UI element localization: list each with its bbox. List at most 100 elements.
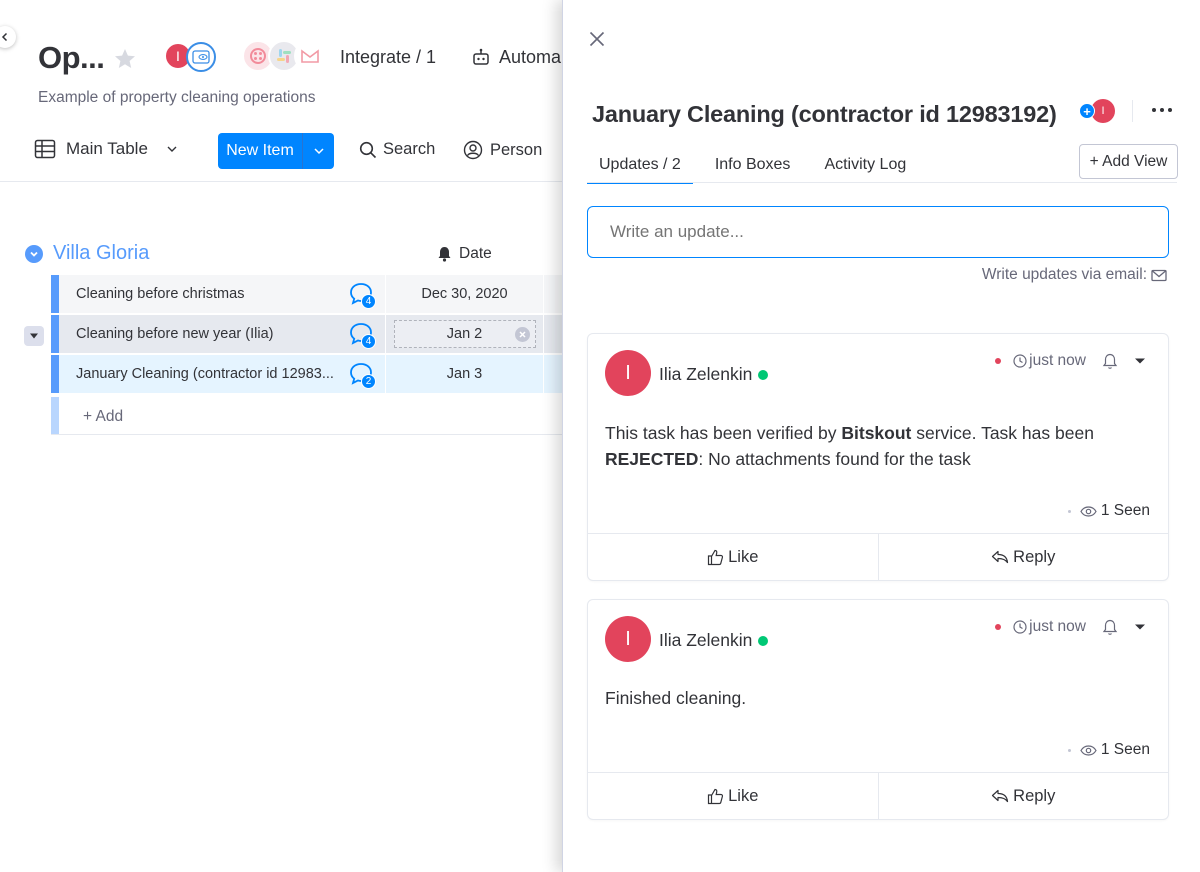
item-name-cell[interactable]: Cleaning before new year (Ilia) 4 <box>59 315 385 353</box>
tab-activity-log[interactable]: Activity Log <box>812 148 918 182</box>
unread-indicator <box>995 358 1002 364</box>
item-title[interactable]: January Cleaning (contractor id 12983192… <box>592 101 1057 128</box>
eye-board-icon <box>192 50 210 64</box>
author-avatar[interactable]: I <box>605 616 651 662</box>
toolbar-divider <box>0 181 562 182</box>
updates-button[interactable]: 2 <box>348 361 376 389</box>
author-name[interactable]: Ilia Zelenkin <box>659 364 769 385</box>
table-row[interactable]: Cleaning before christmas 4 Dec 30, 2020 <box>51 275 562 314</box>
online-status-dot <box>758 369 769 380</box>
person-icon <box>463 140 483 160</box>
reply-label: Reply <box>1013 786 1056 805</box>
like-button[interactable]: Like <box>588 773 878 819</box>
updates-button[interactable]: 4 <box>348 281 376 309</box>
group-header: Villa Gloria <box>25 242 149 265</box>
panel-tabs: Updates / 2 Info Boxes Activity Log <box>587 148 918 184</box>
author-avatar[interactable]: I <box>605 350 651 396</box>
date-cell[interactable]: Jan 2 <box>385 315 543 353</box>
table-icon <box>34 139 56 159</box>
bell-icon <box>438 247 451 262</box>
update-card: I Ilia Zelenkin just now This task has b… <box>587 333 1169 581</box>
author-name[interactable]: Ilia Zelenkin <box>659 630 769 651</box>
update-actions: Like Reply <box>588 772 1168 819</box>
date-picker-field[interactable]: Jan 2 <box>393 320 536 348</box>
more-options-icon[interactable] <box>1152 108 1172 112</box>
reply-button[interactable]: Reply <box>877 534 1169 580</box>
update-actions: Like Reply <box>588 533 1168 580</box>
next-column-cell[interactable] <box>543 315 562 353</box>
date-column-header[interactable]: Date <box>437 245 492 263</box>
author-name-text: Ilia Zelenkin <box>659 364 753 384</box>
group-title[interactable]: Villa Gloria <box>53 242 149 265</box>
search-button[interactable]: Search <box>359 140 435 159</box>
seen-count: 1 Seen <box>1100 741 1150 758</box>
item-name-cell[interactable]: January Cleaning (contractor id 12983...… <box>59 355 385 393</box>
search-label: Search <box>383 140 436 158</box>
tab-updates[interactable]: Updates / 2 <box>587 148 693 184</box>
new-item-label[interactable]: New Item <box>218 133 303 169</box>
date-cell[interactable]: Jan 3 <box>385 355 543 393</box>
update-meta: just now <box>995 618 1146 636</box>
close-icon <box>518 331 526 338</box>
update-text: service. Task has been <box>911 423 1094 443</box>
add-view-button[interactable]: + Add View <box>1079 144 1178 179</box>
envelope-icon <box>1151 269 1167 281</box>
group-collapse-button[interactable] <box>25 244 43 263</box>
like-button[interactable]: Like <box>588 534 878 580</box>
caret-down-icon <box>30 333 38 339</box>
board-views-avatar[interactable] <box>186 42 216 72</box>
unread-indicator <box>995 624 1002 630</box>
reply-icon <box>992 550 1009 564</box>
update-meta: just now <box>995 352 1146 370</box>
reply-icon <box>992 789 1009 803</box>
item-name: Cleaning before christmas <box>76 286 245 302</box>
next-column-cell[interactable] <box>543 275 562 313</box>
chevron-down-icon <box>30 251 38 257</box>
collapse-sidebar-button[interactable] <box>0 26 16 48</box>
new-item-button[interactable]: New Item <box>218 133 334 169</box>
new-item-dropdown[interactable] <box>303 133 334 169</box>
table-row[interactable]: January Cleaning (contractor id 12983...… <box>51 355 562 394</box>
automate-button[interactable]: Automa <box>499 47 561 68</box>
row-menu-button[interactable] <box>24 326 44 346</box>
item-name-cell[interactable]: Cleaning before christmas 4 <box>59 275 385 313</box>
close-icon[interactable] <box>589 31 605 47</box>
tab-info-boxes[interactable]: Info Boxes <box>703 148 803 182</box>
item-panel: January Cleaning (contractor id 12983192… <box>562 0 1200 872</box>
add-item-row[interactable]: + Add <box>51 397 562 435</box>
email-updates-link[interactable]: Write updates via email: <box>982 266 1167 284</box>
caret-down-icon[interactable] <box>1134 623 1146 631</box>
write-update-input[interactable] <box>587 206 1169 258</box>
board-title[interactable]: Op... <box>38 40 105 76</box>
bell-icon[interactable] <box>1102 353 1118 370</box>
clear-date-button[interactable] <box>514 327 530 342</box>
table-row[interactable]: Cleaning before new year (Ilia) 4 Jan 2 <box>51 315 562 354</box>
update-text-bold: Bitskout <box>841 423 912 443</box>
update-body: This task has been verified by Bitskout … <box>605 420 1145 472</box>
person-filter-button[interactable]: Person <box>463 140 542 160</box>
reply-button[interactable]: Reply <box>877 773 1169 819</box>
updates-button[interactable]: 4 <box>348 321 376 349</box>
integrations-icons[interactable] <box>242 40 332 72</box>
caret-down-icon[interactable] <box>1134 357 1146 365</box>
date-cell[interactable]: Dec 30, 2020 <box>385 275 543 313</box>
clock-icon <box>1013 354 1027 368</box>
board-description[interactable]: Example of property cleaning operations <box>38 89 315 107</box>
chevron-down-icon <box>313 148 324 155</box>
star-icon[interactable] <box>113 47 137 71</box>
main-table-view-tab[interactable]: Main Table <box>34 139 178 159</box>
seen-indicator[interactable]: 1 Seen <box>1067 502 1150 520</box>
person-label: Person <box>490 140 543 159</box>
update-body: Finished cleaning. <box>605 688 747 708</box>
eye-icon <box>1080 744 1097 756</box>
item-name: January Cleaning (contractor id 12983... <box>76 366 334 382</box>
update-text: This task has been verified by <box>605 423 842 443</box>
clock-icon <box>1013 620 1027 634</box>
next-column-cell[interactable] <box>543 355 562 393</box>
integrate-button[interactable]: Integrate / 1 <box>340 47 436 68</box>
seen-indicator[interactable]: 1 Seen <box>1067 741 1150 759</box>
bell-icon[interactable] <box>1102 619 1118 636</box>
add-subscriber-button[interactable]: + <box>1079 103 1095 119</box>
add-item-label: + Add <box>83 408 124 425</box>
chevron-down-icon <box>167 146 177 152</box>
